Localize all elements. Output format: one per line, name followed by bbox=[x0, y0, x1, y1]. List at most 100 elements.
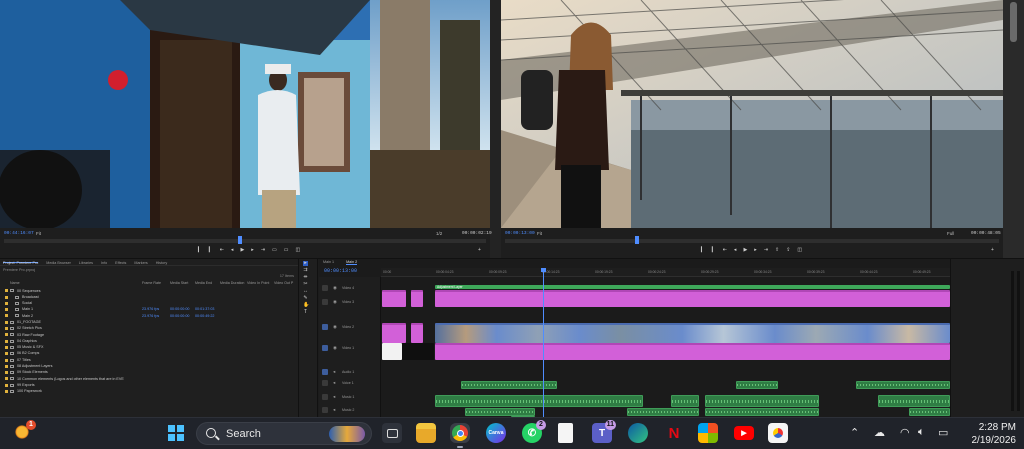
microsoft-store-icon[interactable] bbox=[698, 423, 718, 443]
source-playhead[interactable] bbox=[238, 236, 242, 244]
premiere-pro-taskbar-icon[interactable] bbox=[450, 423, 470, 443]
tab-info[interactable]: Info bbox=[101, 261, 107, 265]
hand-tool-icon[interactable]: ✋ bbox=[303, 303, 309, 308]
source-fit-dropdown[interactable]: Fit bbox=[36, 231, 41, 236]
selection-tool-icon[interactable]: ▸ bbox=[303, 261, 308, 266]
razor-tool-icon[interactable]: ✂ bbox=[303, 282, 308, 287]
track-select-tool-icon[interactable]: ⇉ bbox=[303, 268, 308, 273]
go-to-in-icon[interactable]: ⇤ bbox=[723, 247, 727, 253]
audio-clip[interactable] bbox=[435, 395, 643, 407]
program-scrub-bar[interactable] bbox=[505, 239, 999, 243]
program-playhead[interactable] bbox=[635, 236, 639, 244]
step-back-icon[interactable]: ◂ bbox=[231, 247, 234, 253]
label-color-swatch[interactable] bbox=[5, 333, 8, 337]
mark-out-icon[interactable]: ▎ bbox=[712, 247, 716, 253]
youtube-icon[interactable]: ▶ bbox=[734, 426, 754, 440]
track-target-toggle[interactable] bbox=[322, 285, 328, 291]
timeline-clip[interactable]: Adjustment Layer bbox=[435, 285, 950, 289]
program-timecode[interactable]: 00:00:13:00 bbox=[505, 231, 535, 236]
audio-clip[interactable] bbox=[705, 395, 819, 407]
col-frame-rate[interactable]: Frame Rate bbox=[142, 281, 161, 285]
audio-clip[interactable] bbox=[909, 408, 950, 416]
label-color-swatch[interactable] bbox=[5, 308, 8, 312]
timeline-timecode[interactable]: 00:00:13:00 bbox=[324, 268, 357, 274]
label-color-swatch[interactable] bbox=[5, 327, 8, 331]
step-forward-icon[interactable]: ▸ bbox=[754, 247, 757, 253]
speaker-icon[interactable]: ◂ bbox=[333, 407, 335, 413]
timeline-playhead[interactable] bbox=[541, 268, 546, 418]
source-monitor-video[interactable] bbox=[0, 0, 490, 228]
source-resolution-dropdown[interactable]: 1/2 bbox=[436, 231, 442, 236]
tab-history[interactable]: History bbox=[156, 261, 167, 265]
battery-icon[interactable]: ▭ bbox=[938, 426, 948, 439]
extract-icon[interactable]: ⇪ bbox=[786, 247, 790, 253]
whatsapp-icon[interactable]: ✆ 2 bbox=[522, 420, 546, 443]
lift-icon[interactable]: ⇧ bbox=[775, 247, 779, 253]
track-target-toggle[interactable] bbox=[322, 369, 328, 375]
teams-icon[interactable]: T 11 bbox=[592, 420, 616, 443]
timeline-clip[interactable] bbox=[435, 290, 950, 307]
source-scrub-bar[interactable] bbox=[4, 239, 486, 243]
step-back-icon[interactable]: ◂ bbox=[734, 247, 737, 253]
speaker-icon[interactable]: ◂ bbox=[333, 380, 335, 386]
pen-tool-icon[interactable]: ✎ bbox=[303, 296, 308, 301]
timeline-clip[interactable] bbox=[382, 343, 402, 360]
track-target-toggle[interactable] bbox=[322, 299, 328, 305]
wifi-icon[interactable]: ◠ bbox=[900, 426, 910, 439]
right-scrollbar[interactable] bbox=[1003, 0, 1024, 258]
export-frame-icon[interactable]: ◫ bbox=[295, 247, 300, 253]
slip-tool-icon[interactable]: ↔ bbox=[303, 289, 308, 294]
label-color-swatch[interactable] bbox=[5, 390, 8, 394]
timeline-clip[interactable] bbox=[382, 290, 406, 307]
tab-project[interactable]: Project: Premiere Pro bbox=[3, 261, 39, 265]
audio-clip[interactable] bbox=[705, 408, 819, 416]
track-target-toggle[interactable] bbox=[322, 380, 328, 386]
play-icon[interactable]: ▶ bbox=[240, 247, 244, 253]
audio-clip[interactable] bbox=[465, 408, 535, 416]
go-to-out-icon[interactable]: ⇥ bbox=[261, 247, 265, 253]
label-color-swatch[interactable] bbox=[5, 352, 8, 356]
source-timecode[interactable]: 00:44:16:07 bbox=[4, 231, 34, 236]
col-media-end[interactable]: Media End bbox=[195, 281, 212, 285]
label-color-swatch[interactable] bbox=[5, 314, 8, 318]
document-icon[interactable] bbox=[558, 423, 573, 443]
eye-icon[interactable]: ◉ bbox=[333, 324, 337, 330]
ripple-edit-tool-icon[interactable]: ⇹ bbox=[303, 275, 308, 280]
audio-clip[interactable] bbox=[856, 381, 950, 389]
track-target-toggle[interactable] bbox=[322, 394, 328, 400]
audio-clip[interactable] bbox=[627, 408, 699, 416]
paint-icon[interactable] bbox=[768, 423, 788, 443]
tab-main-2[interactable]: Main 2 bbox=[346, 260, 358, 265]
audio-clip[interactable] bbox=[878, 395, 950, 407]
timeline-ruler[interactable]: 00:00 00:00:04:23 00:00:09:23 00:00:14:23 00… bbox=[381, 268, 950, 277]
eye-icon[interactable]: ◉ bbox=[333, 345, 337, 351]
label-color-swatch[interactable] bbox=[5, 320, 8, 324]
program-resolution-dropdown[interactable]: Full bbox=[947, 231, 954, 236]
col-name[interactable]: Name bbox=[10, 281, 20, 285]
timeline-clip[interactable] bbox=[402, 343, 434, 360]
overwrite-icon[interactable]: ▭ bbox=[284, 247, 289, 253]
weather-widget-icon[interactable]: 1 bbox=[14, 420, 36, 443]
timeline-clip[interactable] bbox=[435, 343, 950, 360]
scroll-thumb[interactable] bbox=[1010, 2, 1017, 42]
track-target-toggle[interactable] bbox=[322, 407, 328, 413]
task-view-icon[interactable] bbox=[382, 423, 402, 443]
canva-icon[interactable]: Canva bbox=[486, 423, 506, 443]
timeline-clip[interactable] bbox=[435, 323, 950, 343]
speaker-icon[interactable]: ◂ bbox=[333, 369, 335, 375]
audio-clip[interactable] bbox=[736, 381, 778, 389]
col-media-start[interactable]: Media Start bbox=[170, 281, 188, 285]
go-to-out-icon[interactable]: ⇥ bbox=[764, 247, 768, 253]
eye-icon[interactable]: ◉ bbox=[333, 299, 337, 305]
tab-markers[interactable]: Markers bbox=[134, 261, 147, 265]
go-to-in-icon[interactable]: ⇤ bbox=[220, 247, 224, 253]
bin-item[interactable]: 100 Paperwork bbox=[0, 389, 298, 395]
col-video-in[interactable]: Video In Point bbox=[247, 281, 269, 285]
play-icon[interactable]: ▶ bbox=[743, 247, 747, 253]
tab-effects[interactable]: Effects bbox=[115, 261, 126, 265]
label-color-swatch[interactable] bbox=[5, 301, 8, 305]
add-button-icon[interactable]: + bbox=[991, 247, 994, 253]
edge-icon[interactable] bbox=[628, 423, 648, 443]
add-button-icon[interactable]: + bbox=[478, 247, 481, 253]
label-color-swatch[interactable] bbox=[5, 377, 8, 381]
